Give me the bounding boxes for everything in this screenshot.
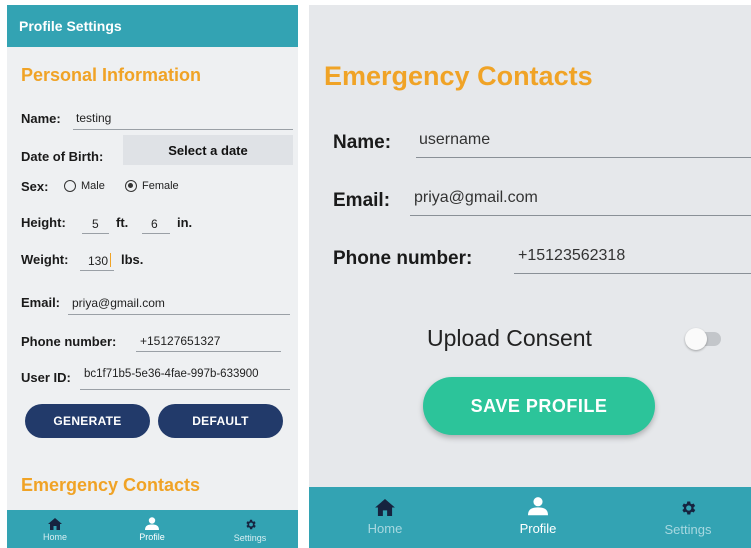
- height-feet-input[interactable]: 5: [92, 217, 99, 231]
- height-inches-input[interactable]: 6: [151, 217, 158, 231]
- weight-unit-label: lbs.: [121, 252, 144, 267]
- nav-settings-label: Settings: [664, 522, 712, 537]
- email-label: Email:: [21, 295, 61, 310]
- user-id-underline: [80, 389, 290, 390]
- user-id-value[interactable]: bc1f71b5-5e36-4fae-997b-633900: [84, 368, 293, 380]
- nav-settings-label: Settings: [233, 533, 267, 543]
- sex-male-label: Male: [81, 180, 105, 192]
- name-label: Name:: [21, 111, 61, 126]
- phone-label: Phone number:: [21, 334, 117, 349]
- sex-female-radio[interactable]: [125, 180, 137, 192]
- sex-female-label: Female: [142, 180, 179, 192]
- contact-phone-label: Phone number:: [333, 248, 473, 269]
- contact-phone-input[interactable]: +15123562318: [518, 247, 625, 265]
- home-icon: [48, 518, 62, 530]
- contact-name-underline: [416, 157, 751, 158]
- upload-consent-toggle-knob[interactable]: [685, 328, 707, 350]
- contact-email-underline: [410, 215, 751, 216]
- nav-home-label: Home: [367, 521, 403, 536]
- inches-unit-label: in.: [177, 215, 193, 230]
- bottom-navigation: Home Profile Settings: [7, 510, 298, 548]
- name-input[interactable]: testing: [76, 111, 111, 125]
- email-input-underline: [68, 314, 290, 315]
- email-input[interactable]: priya@gmail.com: [72, 296, 165, 310]
- nav-settings[interactable]: Settings: [222, 518, 278, 543]
- nav-home[interactable]: Home: [349, 499, 421, 536]
- nav-profile-label: Profile: [139, 532, 165, 542]
- home-icon: [375, 499, 395, 516]
- weight-input-underline: [80, 270, 114, 271]
- contact-email-input[interactable]: priya@gmail.com: [414, 189, 538, 207]
- generate-button[interactable]: GENERATE: [25, 404, 150, 438]
- profile-settings-screen: Profile Settings Personal Information Na…: [7, 5, 298, 548]
- contact-phone-underline: [514, 273, 751, 274]
- person-icon: [528, 497, 548, 516]
- weight-input[interactable]: 130: [88, 254, 108, 268]
- personal-information-heading: Personal Information: [21, 65, 202, 85]
- nav-profile[interactable]: Profile: [124, 517, 180, 542]
- user-id-label: User ID:: [21, 370, 71, 385]
- dob-label: Date of Birth:: [21, 149, 104, 164]
- bottom-navigation: Home Profile Settings: [309, 487, 751, 548]
- weight-label: Weight:: [21, 252, 69, 267]
- nav-profile-label: Profile: [519, 521, 557, 536]
- save-profile-button[interactable]: SAVE PROFILE: [423, 377, 655, 435]
- select-date-button[interactable]: Select a date: [123, 135, 293, 165]
- gear-icon: [682, 501, 696, 515]
- contact-email-label: Email:: [333, 190, 391, 211]
- nav-home[interactable]: Home: [27, 518, 83, 542]
- name-input-underline: [73, 129, 293, 130]
- app-bar: Profile Settings: [7, 5, 298, 47]
- height-inches-underline: [142, 233, 170, 234]
- height-feet-underline: [82, 233, 109, 234]
- nav-settings[interactable]: Settings: [652, 499, 724, 537]
- text-cursor: [110, 253, 111, 267]
- upload-consent-label: Upload Consent: [427, 325, 592, 351]
- contact-name-label: Name:: [333, 132, 392, 153]
- sex-label: Sex:: [21, 179, 49, 194]
- nav-home-label: Home: [42, 532, 67, 542]
- contact-name-input[interactable]: username: [419, 131, 490, 149]
- person-icon: [145, 517, 159, 530]
- emergency-contacts-title: Emergency Contacts: [324, 61, 593, 91]
- sex-male-radio[interactable]: [64, 180, 76, 192]
- emergency-contacts-heading: Emergency Contacts: [21, 475, 201, 495]
- feet-unit-label: ft.: [116, 215, 129, 230]
- emergency-contacts-screen: Emergency Contacts Name: username Email:…: [309, 5, 751, 548]
- gear-icon: [245, 519, 256, 530]
- height-label: Height:: [21, 215, 66, 230]
- nav-profile[interactable]: Profile: [502, 496, 574, 536]
- phone-input-underline: [136, 351, 281, 352]
- phone-input[interactable]: +15127651327: [140, 334, 220, 348]
- default-button[interactable]: DEFAULT: [158, 404, 283, 438]
- app-bar-title: Profile Settings: [19, 18, 122, 34]
